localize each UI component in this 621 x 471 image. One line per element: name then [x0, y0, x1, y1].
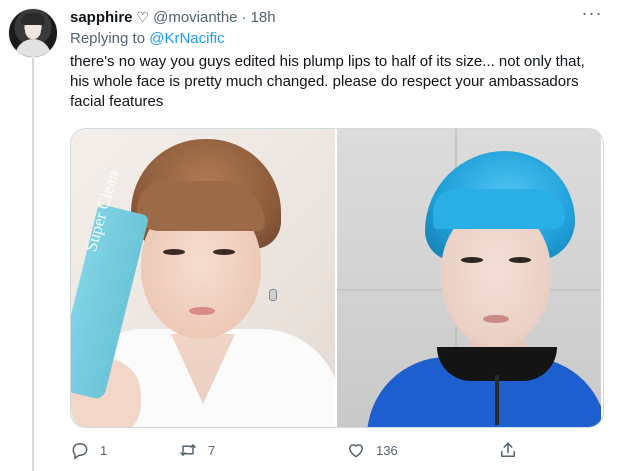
right-photo-fringe: [433, 189, 565, 229]
tweet-actions: 1 7 136: [70, 438, 530, 462]
right-photo-zipper: [495, 375, 499, 425]
display-name[interactable]: sapphire: [70, 9, 133, 26]
replying-mention-link[interactable]: @KrNacific: [149, 30, 224, 47]
right-photo[interactable]: [337, 129, 601, 427]
retweet-button[interactable]: 7: [178, 438, 215, 462]
right-photo-eye-right: [509, 257, 531, 263]
tweet-header: sapphire ♡ @movianthe · 18h: [70, 7, 276, 27]
media-grid: Super Clean: [70, 128, 604, 428]
share-icon: [498, 440, 518, 460]
right-photo-eye-left: [461, 257, 483, 263]
tweet-text: there's no way you guys edited his plump…: [70, 53, 585, 110]
left-photo-earring: [269, 289, 277, 301]
avatar[interactable]: [8, 8, 58, 58]
share-button[interactable]: [498, 438, 518, 462]
user-handle[interactable]: @movianthe: [153, 9, 237, 26]
left-photo-eye-right: [213, 249, 235, 255]
left-photo-eye-left: [163, 249, 185, 255]
reply-button[interactable]: 1: [70, 438, 107, 462]
reply-icon: [70, 440, 90, 460]
retweet-count: 7: [208, 442, 216, 458]
avatar-hair: [21, 13, 45, 25]
retweet-icon: [178, 440, 198, 460]
replying-to: Replying to @KrNacific: [70, 30, 224, 47]
right-photo-lips: [483, 315, 509, 323]
separator-dot: ·: [241, 8, 247, 26]
left-photo[interactable]: Super Clean: [71, 129, 335, 427]
like-count: 136: [376, 442, 398, 458]
left-photo-lips: [189, 307, 215, 315]
avatar-body: [15, 39, 51, 57]
like-button[interactable]: 136: [346, 438, 398, 462]
replying-prefix: Replying to: [70, 30, 146, 47]
more-options-icon[interactable]: ···: [580, 4, 604, 26]
tweet-timestamp[interactable]: 18h: [251, 9, 276, 26]
name-heart-emoji: ♡: [136, 8, 150, 25]
left-photo-fringe: [137, 181, 265, 231]
heart-icon: [346, 440, 366, 460]
thread-line: [32, 56, 34, 471]
reply-count: 1: [100, 442, 108, 458]
